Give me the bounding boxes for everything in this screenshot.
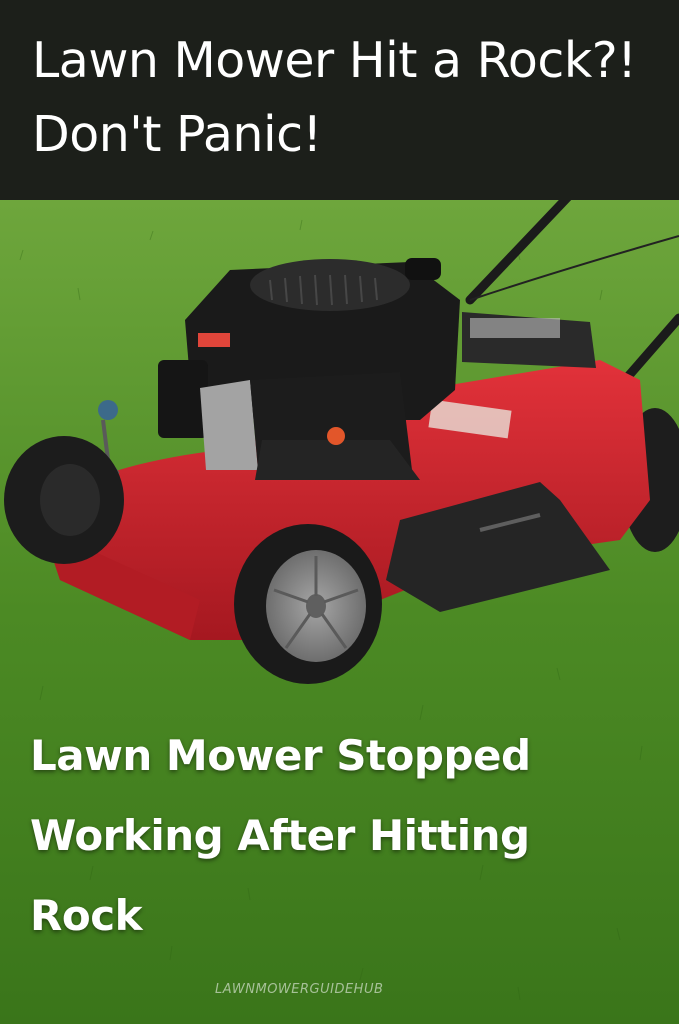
- primer-button: [327, 427, 345, 445]
- watermark-text: LAWNMOWERGUIDEHUB: [215, 982, 384, 997]
- carburetor: [200, 380, 258, 470]
- title-banner: Lawn Mower Hit a Rock?! Don't Panic!: [0, 0, 679, 200]
- caption-text: Lawn Mower Stopped Working After Hitting…: [30, 731, 531, 940]
- front-right-wheel: [234, 524, 382, 684]
- banner-title: Lawn Mower Hit a Rock?! Don't Panic!: [32, 32, 637, 163]
- front-left-wheel: [4, 436, 124, 564]
- red-indicator: [198, 333, 230, 347]
- pin-image: Lawn Mower Hit a Rock?! Don't Panic! Law…: [0, 0, 679, 1024]
- fuel-cap: [405, 258, 441, 280]
- air-filter: [158, 360, 208, 438]
